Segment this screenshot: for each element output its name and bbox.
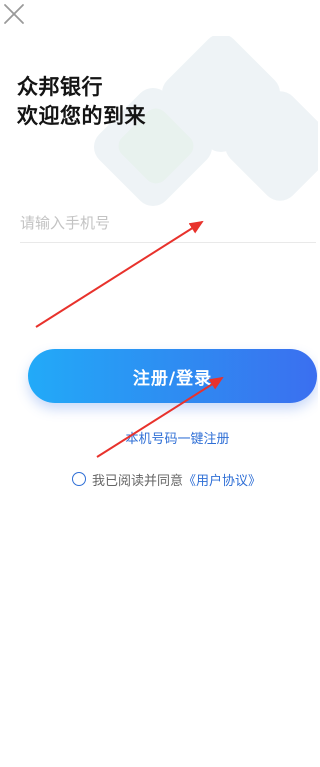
agreement-text: 我已阅读并同意 <box>92 473 184 489</box>
register-login-button[interactable]: 注册/登录 <box>28 349 317 403</box>
welcome-title: 众邦银行 欢迎您的到来 <box>17 73 146 131</box>
login-screen: 众邦银行 欢迎您的到来 注册/登录 本机号码一键注册 我已阅读并同意 《用户协议… <box>0 0 318 767</box>
agreement-row: 我已阅读并同意 《用户协议》 <box>72 469 261 489</box>
onekey-register-link[interactable]: 本机号码一键注册 <box>0 428 318 447</box>
welcome-message: 欢迎您的到来 <box>17 104 146 128</box>
agreement-checkbox[interactable] <box>72 472 86 486</box>
user-agreement-link[interactable]: 《用户协议》 <box>183 470 261 489</box>
close-icon <box>4 4 24 24</box>
bank-name: 众邦银行 <box>17 75 103 99</box>
close-button[interactable] <box>3 3 25 25</box>
phone-number-input[interactable] <box>20 204 316 243</box>
